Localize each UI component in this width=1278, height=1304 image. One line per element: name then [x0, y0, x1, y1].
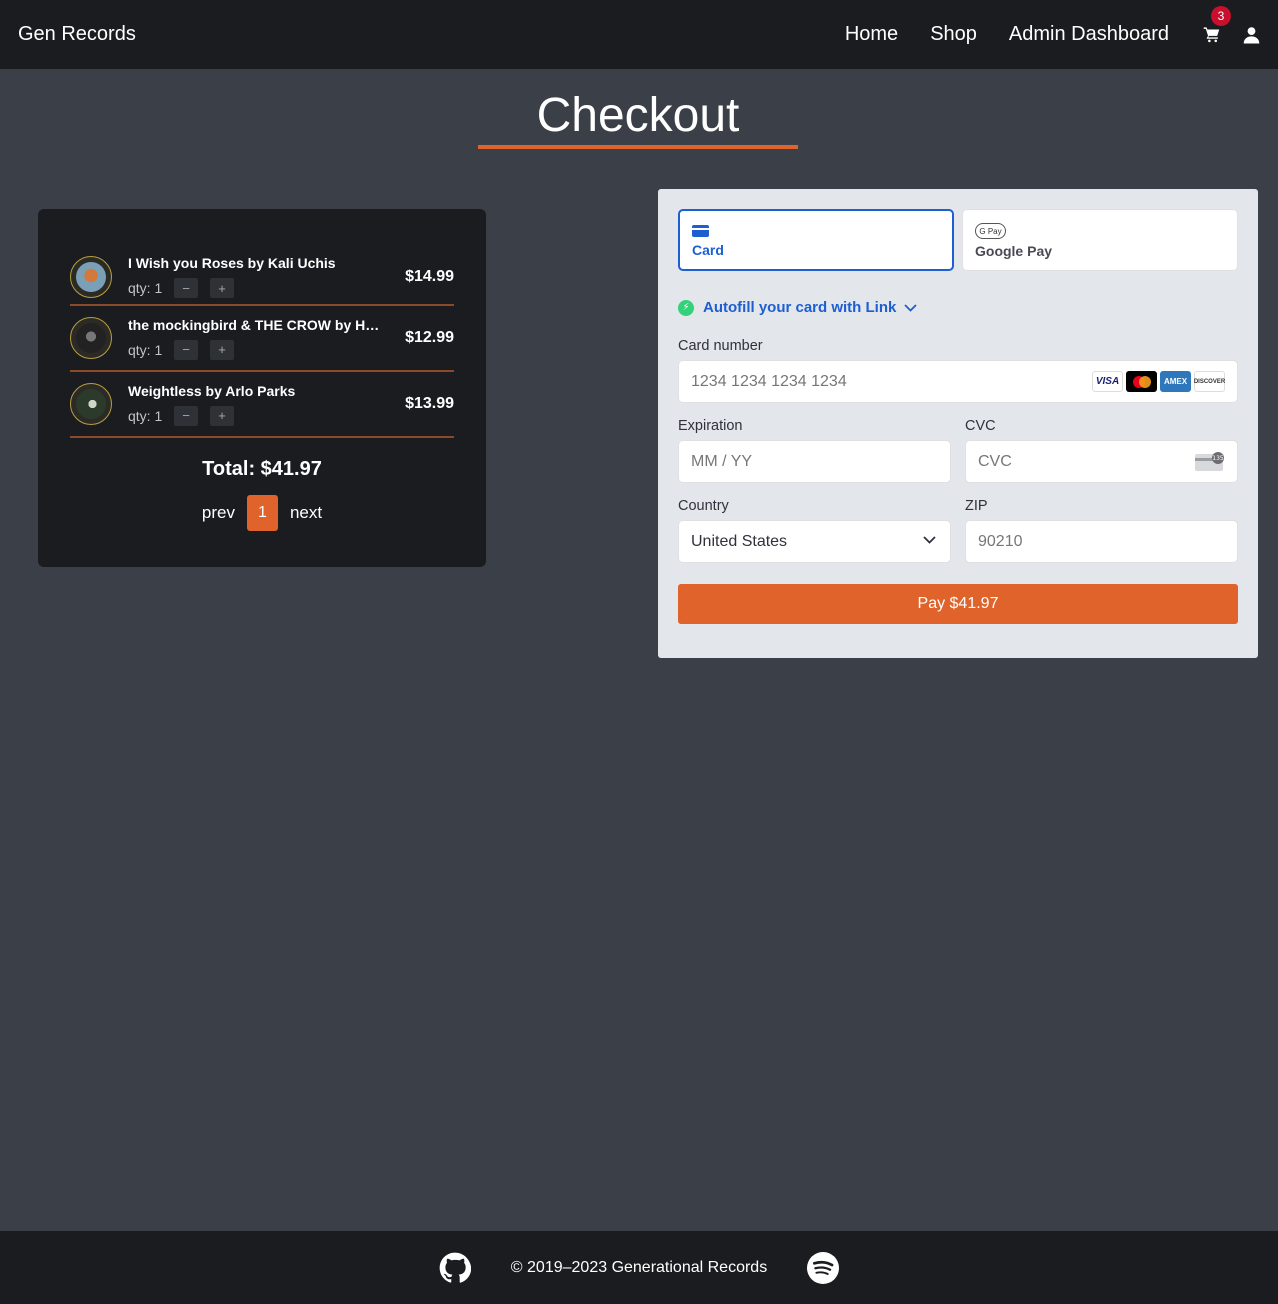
item-info: I Wish you Roses by Kali Uchis qty: 1 − …: [128, 255, 405, 298]
country-label: Country: [678, 498, 729, 514]
qty-decrement-button[interactable]: −: [174, 278, 198, 298]
card-number-placeholder: 1234 1234 1234 1234: [691, 372, 847, 390]
cvc-icon-text: 135: [1212, 455, 1224, 462]
item-name: the mockingbird & THE CROW by HA...: [128, 316, 386, 333]
tab-google-pay-label: Google Pay: [975, 243, 1053, 259]
expiration-input[interactable]: MM / YY: [678, 440, 951, 483]
expiration-label: Expiration: [678, 418, 743, 434]
country-zip-row: Country United States ZIP 90210: [678, 498, 1238, 563]
pagination-next[interactable]: next: [290, 503, 322, 523]
chevron-down-icon: [904, 303, 917, 312]
lightning-bolt-icon: ⚡: [678, 299, 694, 316]
qty-label: qty: 1: [128, 280, 163, 296]
qty-increment-button[interactable]: +: [210, 339, 234, 360]
nav-link-shop[interactable]: Shop: [930, 23, 977, 46]
nav-link-home[interactable]: Home: [845, 23, 898, 46]
pay-button[interactable]: Pay $41.97: [678, 584, 1238, 624]
pagination: prev 1 next: [70, 495, 454, 531]
cvc-group: CVC CVC 135: [965, 418, 1238, 483]
cvc-label: CVC: [965, 418, 996, 434]
tab-card-label: Card: [692, 242, 724, 258]
item-price: $13.99: [405, 395, 454, 412]
payment-form-panel: Card G Pay Google Pay ⚡ Autofill your ca…: [658, 189, 1258, 658]
pagination-prev[interactable]: prev: [202, 503, 235, 523]
qty-increment-button[interactable]: +: [210, 278, 234, 298]
country-value: United States: [691, 532, 788, 550]
autofill-link-button[interactable]: ⚡ Autofill your card with Link: [678, 299, 1238, 316]
shopping-cart-icon: [1203, 26, 1220, 42]
page-title: Checkout: [536, 89, 740, 142]
qty-increment-button[interactable]: +: [210, 405, 234, 426]
cart-item: Weightless by Arlo Parks qty: 1 − + $13.…: [70, 372, 454, 438]
cart-item: I Wish you Roses by Kali Uchis qty: 1 − …: [70, 249, 454, 306]
album-thumbnail: [70, 255, 112, 298]
spotify-icon[interactable]: [807, 1251, 840, 1284]
card-number-input[interactable]: 1234 1234 1234 1234 VISA AMEX DISCOVER: [678, 360, 1238, 403]
zip-group: ZIP 90210: [965, 498, 1238, 563]
payment-method-tabs: Card G Pay Google Pay: [678, 209, 1238, 271]
brand-logo-text[interactable]: Gen Records: [18, 23, 136, 46]
expiration-cvc-row: Expiration MM / YY CVC CVC 135: [678, 418, 1238, 483]
tab-google-pay[interactable]: G Pay Google Pay: [962, 209, 1238, 271]
cart-summary-panel: I Wish you Roses by Kali Uchis qty: 1 − …: [38, 209, 486, 567]
amex-icon: AMEX: [1160, 371, 1191, 392]
user-account-button[interactable]: [1243, 26, 1260, 44]
user-icon: [1243, 26, 1260, 43]
cart-item: the mockingbird & THE CROW by HA... qty:…: [70, 306, 454, 372]
qty-row: qty: 1 − +: [128, 339, 405, 360]
chevron-down-icon: [923, 536, 936, 544]
pagination-current-page[interactable]: 1: [246, 495, 278, 531]
item-info: the mockingbird & THE CROW by HA... qty:…: [128, 317, 405, 360]
cart-count-badge: 3: [1211, 5, 1231, 26]
card-brand-logos: VISA AMEX DISCOVER: [1089, 371, 1225, 392]
cvc-input[interactable]: CVC 135: [965, 440, 1238, 483]
copyright-text: © 2019–2023 Generational Records: [510, 1258, 768, 1276]
card-number-label: Card number: [678, 338, 763, 354]
tab-card[interactable]: Card: [678, 209, 954, 271]
cvc-card-icon: 135: [1195, 452, 1224, 471]
zip-input[interactable]: 90210: [965, 520, 1238, 563]
item-name: Weightless by Arlo Parks: [128, 382, 296, 399]
qty-decrement-button[interactable]: −: [174, 405, 198, 426]
zip-label: ZIP: [965, 498, 988, 514]
country-group: Country United States: [678, 498, 951, 563]
item-name: I Wish you Roses by Kali Uchis: [128, 255, 336, 271]
qty-row: qty: 1 − +: [128, 405, 405, 426]
discover-icon: DISCOVER: [1194, 371, 1225, 392]
album-thumbnail: [70, 317, 112, 359]
item-info: Weightless by Arlo Parks qty: 1 − +: [128, 383, 405, 426]
autofill-label: Autofill your card with Link: [703, 299, 897, 316]
qty-decrement-button[interactable]: −: [174, 339, 198, 360]
cart-total: Total: $41.97: [202, 458, 322, 480]
footer: © 2019–2023 Generational Records: [0, 1231, 1278, 1304]
google-pay-icon: G Pay: [975, 223, 1006, 239]
item-price: $14.99: [405, 267, 454, 285]
qty-label: qty: 1: [128, 407, 163, 424]
album-thumbnail: [70, 383, 112, 425]
expiration-placeholder: MM / YY: [691, 452, 753, 470]
nav-link-admin-dashboard[interactable]: Admin Dashboard: [1009, 23, 1169, 46]
visa-icon: VISA: [1092, 371, 1123, 392]
country-select[interactable]: United States: [678, 520, 951, 563]
navbar: Gen Records Home Shop Admin Dashboard 3: [0, 0, 1278, 69]
cart-button[interactable]: 3: [1203, 5, 1231, 44]
qty-label: qty: 1: [128, 341, 163, 358]
cvc-placeholder: CVC: [978, 452, 1012, 470]
qty-row: qty: 1 − +: [128, 278, 405, 298]
nav-links: Home Shop Admin Dashboard 3: [845, 5, 1260, 46]
card-number-group: Card number 1234 1234 1234 1234 VISA AME…: [678, 338, 1238, 403]
expiration-group: Expiration MM / YY: [678, 418, 951, 483]
item-price: $12.99: [405, 329, 454, 346]
mastercard-icon: [1126, 371, 1157, 392]
github-icon[interactable]: [439, 1252, 471, 1284]
zip-placeholder: 90210: [978, 532, 1023, 550]
credit-card-icon: [692, 225, 709, 237]
title-underline: [478, 145, 798, 149]
